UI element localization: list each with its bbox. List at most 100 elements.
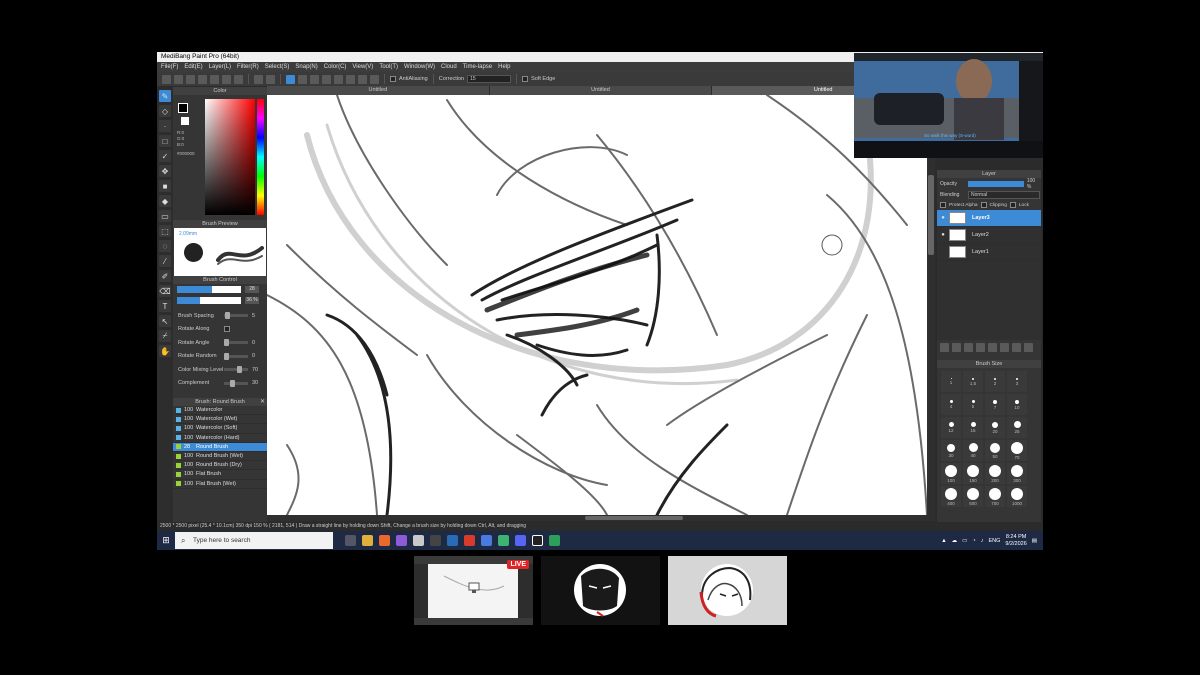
avatar-card-dark[interactable]	[541, 556, 660, 625]
move-tool-icon[interactable]: ✥	[159, 165, 171, 177]
bucket-tool-icon[interactable]: ◆	[159, 195, 171, 207]
new-halftone-layer-icon[interactable]	[952, 343, 961, 352]
delete-layer-icon[interactable]	[1024, 343, 1033, 352]
eraser-tool-icon[interactable]: ◇	[159, 105, 171, 117]
brush-list-item[interactable]: 100 Watercolor (Wet)	[173, 415, 267, 425]
blue-app-icon[interactable]	[481, 535, 492, 546]
tray-network-icon[interactable]: ◔	[972, 538, 975, 544]
tray-chevron-icon[interactable]: ▲	[941, 538, 946, 544]
snap-parallel-icon[interactable]	[298, 74, 307, 84]
new-folder-icon[interactable]	[988, 343, 997, 352]
menu-item-filter[interactable]: Filter(R)	[237, 62, 259, 72]
stream-preview-card[interactable]: LIVE	[414, 556, 533, 625]
brush-size-option[interactable]: 50	[985, 440, 1005, 461]
menu-item-cloud[interactable]: Cloud	[441, 62, 457, 72]
menu-item-layer[interactable]: Layer(L)	[209, 62, 231, 72]
brush-size-option[interactable]: 3	[1007, 371, 1027, 392]
avatar-card-light[interactable]	[668, 556, 787, 625]
brush-size-option[interactable]: 40	[963, 440, 983, 461]
undo-icon[interactable]	[254, 74, 263, 84]
new-8bit-layer-icon[interactable]	[964, 343, 973, 352]
layer-visibility-icon[interactable]: ●	[937, 215, 949, 221]
text-tool-icon[interactable]: T	[159, 300, 171, 312]
brush-list-item[interactable]: 28 Round Brush	[173, 442, 267, 452]
select-eraser-tool-icon[interactable]: ⌫	[159, 285, 171, 297]
gradient-tool-icon[interactable]: ▭	[159, 210, 171, 222]
snap-curve-icon[interactable]	[358, 74, 367, 84]
brush-size-option[interactable]: 1.5	[963, 371, 983, 392]
tray-volume-icon[interactable]: ♪	[981, 538, 984, 544]
open-file-icon[interactable]	[174, 74, 183, 84]
menu-item-color[interactable]: Color(C)	[324, 62, 347, 72]
check-tool-icon[interactable]: ✓	[159, 150, 171, 162]
brush-list-item[interactable]: 100 Flat Brush	[173, 470, 267, 480]
brush-list-item[interactable]: 100 Round Brush (Wet)	[173, 452, 267, 462]
layer-row-layer2[interactable]: ● Layer2	[937, 227, 1041, 244]
taskbar-search[interactable]: ⌕ Type here to search	[175, 532, 333, 549]
taskbar-clock[interactable]: 8:24 PM 9/2/2026	[1005, 534, 1026, 548]
brush-size-option[interactable]: 700	[985, 486, 1005, 507]
brush-size-option[interactable]: 25	[1007, 417, 1027, 438]
brush-size-option[interactable]: 200	[985, 463, 1005, 484]
rotate-along-checkbox[interactable]	[224, 326, 230, 333]
tab-untitled-1[interactable]: Untitled	[267, 86, 490, 95]
brush-size-option[interactable]: 5	[963, 394, 983, 415]
firefox-icon[interactable]	[379, 535, 390, 546]
brush-list-item[interactable]: 100 Watercolor	[173, 406, 267, 416]
brush-size-option[interactable]: 1	[941, 371, 961, 392]
menu-item-tool[interactable]: Tool(T)	[379, 62, 398, 72]
menu-item-edit[interactable]: Edit(E)	[184, 62, 202, 72]
menu-item-file[interactable]: File(F)	[161, 62, 178, 72]
brush-opacity-bar[interactable]	[177, 297, 241, 304]
clipping-checkbox[interactable]	[980, 202, 987, 208]
save-icon[interactable]	[186, 74, 195, 84]
brush-list-item[interactable]: 100 Flat Brush (Wet)	[173, 480, 267, 489]
snap-cross-icon[interactable]	[310, 74, 319, 84]
brush-size-option[interactable]: 150	[963, 463, 983, 484]
snap-off-icon[interactable]	[286, 74, 295, 84]
brush-list-item[interactable]: 100 Watercolor (Hard)	[173, 434, 267, 443]
hand-tool-icon[interactable]: ✋	[159, 345, 171, 357]
lock-checkbox[interactable]	[1009, 202, 1016, 208]
operation-tool-icon[interactable]: ↖	[159, 315, 171, 327]
medibang-icon[interactable]	[549, 535, 560, 546]
layer-opacity-slider[interactable]	[967, 180, 1024, 187]
fill-rect-tool-icon[interactable]: ■	[159, 180, 171, 192]
brush-size-option[interactable]: 300	[1007, 463, 1027, 484]
soft-edge-checkbox[interactable]	[522, 76, 529, 82]
layer-row-layer1[interactable]: Layer1	[937, 244, 1041, 261]
drawing-canvas[interactable]	[267, 95, 935, 515]
brush-size-bar[interactable]	[177, 286, 241, 293]
tab-untitled-2[interactable]: Untitled	[489, 86, 713, 95]
correction-select[interactable]: 15	[467, 75, 512, 83]
antialiasing-checkbox[interactable]	[390, 76, 396, 82]
brush-control-slider[interactable]	[224, 339, 248, 347]
snap-radial-icon[interactable]	[334, 74, 343, 84]
brush-size-value[interactable]: 28	[245, 286, 259, 293]
steam-icon[interactable]	[447, 535, 458, 546]
redo-icon[interactable]	[266, 74, 275, 84]
magic-wand-tool-icon[interactable]: ⁄	[159, 255, 171, 267]
brush-size-option[interactable]: 20	[985, 417, 1005, 438]
cloud-icon[interactable]	[198, 74, 207, 84]
tray-language[interactable]: ENG	[988, 538, 1000, 544]
dot-tool-icon[interactable]: ·	[159, 120, 171, 132]
brush-control-slider[interactable]	[224, 366, 248, 374]
brush-opacity-value[interactable]: 36 %	[245, 297, 259, 304]
brush-list-item[interactable]: 100 Watercolor (Soft)	[173, 424, 267, 434]
task-view-icon[interactable]	[345, 535, 356, 546]
pen-app-icon[interactable]	[396, 535, 407, 546]
menu-item-window[interactable]: Window(W)	[404, 62, 435, 72]
chrome-icon[interactable]	[413, 535, 424, 546]
hue-slider[interactable]	[257, 99, 264, 215]
layer-row-layer3[interactable]: ● Layer3	[937, 210, 1041, 227]
new-file-icon[interactable]	[162, 74, 171, 84]
snap-settings-icon[interactable]	[370, 74, 379, 84]
brush-control-slider[interactable]	[224, 352, 248, 360]
merge-layer-icon[interactable]	[1012, 343, 1021, 352]
horizontal-scrollbar[interactable]	[267, 515, 935, 521]
vertical-scrollbar[interactable]	[927, 95, 935, 515]
brush-size-option[interactable]: 70	[1007, 440, 1027, 461]
brush-control-slider[interactable]	[224, 379, 248, 387]
new-layer-icon[interactable]	[940, 343, 949, 352]
